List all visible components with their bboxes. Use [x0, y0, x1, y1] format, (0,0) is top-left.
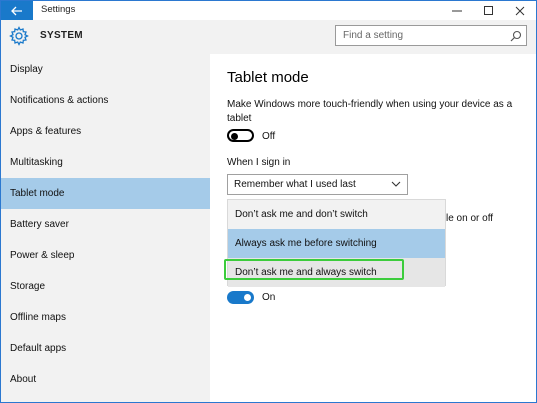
close-icon	[515, 6, 525, 15]
minimize-icon	[452, 10, 462, 11]
sidebar-item-label: Display	[10, 64, 43, 75]
sidebar-item-offline-maps[interactable]: Offline maps	[1, 302, 210, 333]
search-icon[interactable]	[510, 30, 522, 42]
sidebar-item-default-apps[interactable]: Default apps	[1, 333, 210, 364]
sidebar-item-label: Default apps	[10, 343, 67, 354]
search-box[interactable]: Find a setting	[335, 25, 527, 46]
search-input[interactable]: Find a setting	[343, 30, 403, 41]
hidden-setting-text: le on or off	[446, 213, 494, 224]
toggle-knob	[244, 294, 251, 301]
signin-dropdown-value: Remember what I used last	[234, 179, 356, 190]
settings-window: Settings SYSTEM Find a setting Display N	[0, 0, 537, 403]
signin-options-list: Don’t ask me and don’t switch Always ask…	[224, 199, 446, 287]
sidebar-item-multitasking[interactable]: Multitasking	[1, 147, 210, 178]
maximize-button[interactable]	[473, 1, 505, 20]
close-button[interactable]	[504, 1, 536, 20]
toggle-knob	[231, 132, 238, 140]
second-toggle-state: On	[262, 292, 276, 303]
sidebar-item-tablet-mode[interactable]: Tablet mode	[1, 178, 210, 209]
option-label: Don’t ask me and always switch	[235, 267, 377, 278]
sidebar-item-label: Battery saver	[10, 219, 69, 230]
sidebar-item-label: Apps & features	[10, 126, 82, 137]
sidebar-item-apps-features[interactable]: Apps & features	[1, 116, 210, 147]
signin-label: When I sign in	[227, 157, 291, 168]
tablet-mode-toggle-state: Off	[262, 131, 276, 142]
sidebar-item-storage[interactable]: Storage	[1, 271, 210, 302]
window-title: Settings	[41, 4, 76, 15]
maximize-icon	[484, 5, 493, 15]
tablet-mode-description: Make Windows more touch-friendly when us…	[227, 99, 513, 124]
back-arrow-icon	[11, 6, 22, 15]
main-content: Tablet mode Make Windows more touch-frie…	[210, 54, 536, 402]
sidebar-item-label: Notifications & actions	[10, 95, 109, 106]
tablet-mode-toggle[interactable]	[227, 129, 254, 142]
signin-dropdown[interactable]: Remember what I used last	[227, 174, 408, 195]
page-title: Tablet mode	[227, 69, 309, 86]
option-label: Always ask me before switching	[235, 238, 377, 249]
sidebar-item-label: Power & sleep	[10, 250, 75, 261]
chevron-down-icon	[391, 181, 401, 187]
sidebar: Display Notifications & actions Apps & f…	[1, 54, 210, 402]
option-always-ask[interactable]: Always ask me before switching	[228, 229, 445, 258]
sidebar-item-battery-saver[interactable]: Battery saver	[1, 209, 210, 240]
second-toggle[interactable]	[227, 291, 254, 304]
option-dont-ask-dont-switch[interactable]: Don’t ask me and don’t switch	[228, 200, 445, 229]
minimize-button[interactable]	[441, 1, 473, 20]
sidebar-item-label: Offline maps	[10, 312, 66, 323]
sidebar-item-label: Multitasking	[10, 157, 63, 168]
sidebar-item-label: Tablet mode	[10, 188, 65, 199]
sidebar-item-about[interactable]: About	[1, 364, 210, 395]
back-button[interactable]	[1, 1, 33, 20]
option-dont-ask-always-switch[interactable]: Don’t ask me and always switch	[224, 258, 445, 287]
sidebar-item-display[interactable]: Display	[1, 54, 210, 85]
option-label: Don’t ask me and don’t switch	[235, 209, 368, 220]
gear-icon	[9, 26, 29, 46]
app-title: SYSTEM	[40, 30, 83, 41]
sidebar-item-label: Storage	[10, 281, 46, 292]
sidebar-item-notifications[interactable]: Notifications & actions	[1, 85, 210, 116]
sidebar-item-label: About	[10, 374, 37, 385]
sidebar-item-power-sleep[interactable]: Power & sleep	[1, 240, 210, 271]
title-bar: Settings	[1, 1, 536, 20]
